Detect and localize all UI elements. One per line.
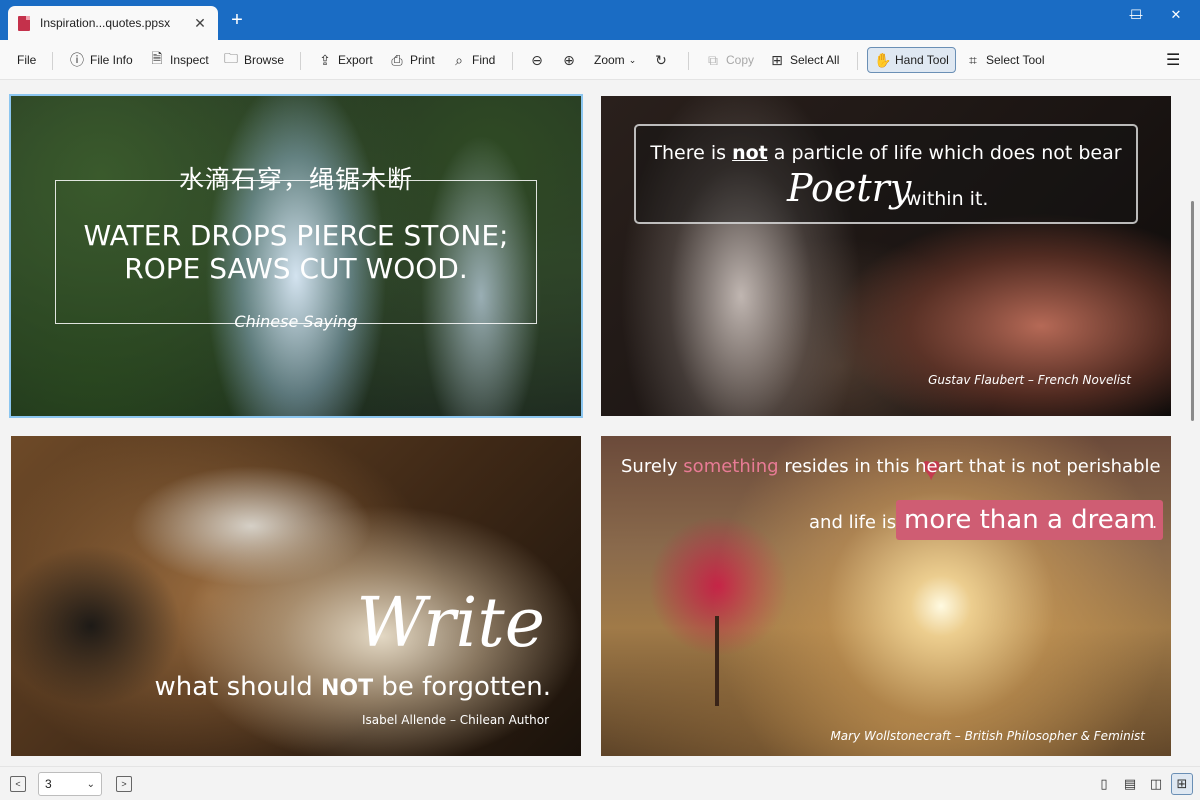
document-tab[interactable]: Inspiration...quotes.ppsx ✕ xyxy=(8,6,218,40)
english-quote: WATER DROPS PIERCE STONE; ROPE SAWS CUT … xyxy=(83,219,509,285)
title-bar: Inspiration...quotes.ppsx ✕ + — xyxy=(0,0,1200,40)
two-page-continuous-view-icon[interactable]: ⊞ xyxy=(1171,773,1193,795)
attribution: Isabel Allende – Chilean Author xyxy=(362,713,549,727)
inspect-icon: 🗎 xyxy=(151,50,163,66)
select-all-icon: ⊞ xyxy=(771,51,783,68)
toolbar: File ⓘ File Info 🗎 Inspect 🗀 Browse ⇪ Export… xyxy=(0,40,1200,80)
slide-viewer[interactable]: 水滴石穿，绳锯木断 WATER DROPS PIERCE STONE; ROPE… xyxy=(0,81,1200,766)
slide-3[interactable]: Write what should NOT be forgotten. Isab… xyxy=(11,436,581,756)
close-button[interactable]: ✕ xyxy=(1156,0,1196,32)
search-icon: ⌕ xyxy=(455,51,463,68)
poetry-word: Poetry xyxy=(787,166,912,210)
inspect-button[interactable]: 🗎 Inspect xyxy=(149,47,208,73)
document-icon xyxy=(18,15,30,31)
tab-close-icon[interactable]: ✕ xyxy=(192,15,208,32)
page-selector[interactable]: 3 ⌄ xyxy=(38,772,102,796)
select-tool-icon: ⌗ xyxy=(969,51,977,68)
vertical-scrollbar[interactable] xyxy=(1191,201,1194,421)
rotate-icon: ↻ xyxy=(655,51,667,68)
quote-line: what should NOT be forgotten. xyxy=(154,672,551,702)
hand-tool-button[interactable]: ✋ Hand Tool xyxy=(867,47,956,73)
browse-icon: 🗀 xyxy=(224,50,238,66)
slide-4[interactable]: ♥ Surely something resides in this heart… xyxy=(601,436,1171,756)
zoom-out-button[interactable]: ⊖ xyxy=(529,47,550,73)
hand-icon: ✋ xyxy=(874,51,892,68)
quote-line-1: There is not a particle of life which do… xyxy=(650,142,1122,164)
status-bar: < 3 ⌄ > ▯ ▤ ◫ ⊞ xyxy=(0,766,1200,800)
attribution: Gustav Flaubert – French Novelist xyxy=(928,373,1131,387)
zoom-dropdown[interactable]: Zoom ⌄ xyxy=(594,47,636,73)
two-page-view-icon[interactable]: ◫ xyxy=(1145,773,1167,795)
tree-trunk xyxy=(715,616,719,706)
file-menu[interactable]: File xyxy=(17,47,36,73)
within-text: within it. xyxy=(906,188,989,210)
print-button[interactable]: ⎙ Print xyxy=(389,47,434,73)
quote-line-1: Surely something resides in this heart t… xyxy=(621,456,1161,477)
browse-button[interactable]: 🗀 Browse xyxy=(223,47,284,73)
select-all-button[interactable]: ⊞ Select All xyxy=(769,47,839,73)
print-icon: ⎙ xyxy=(391,51,403,68)
attribution: Mary Wollstonecraft – British Philosophe… xyxy=(830,729,1145,743)
toolbar-separator xyxy=(300,52,301,70)
toolbar-separator xyxy=(857,52,858,70)
and-life-text: and life is xyxy=(809,512,897,533)
rotate-button[interactable]: ↻ xyxy=(653,47,674,73)
quote-source: Chinese Saying xyxy=(234,312,358,331)
write-word: Write xyxy=(356,584,545,663)
dream-highlight: more than a dream xyxy=(896,500,1164,540)
tab-title: Inspiration...quotes.ppsx xyxy=(40,16,171,30)
copy-icon: ⧉ xyxy=(708,51,718,68)
slide-2[interactable]: There is not a particle of life which do… xyxy=(601,96,1171,416)
file-info-button[interactable]: ⓘ File Info xyxy=(69,47,133,73)
toolbar-separator xyxy=(512,52,513,70)
menu-button[interactable]: ☰ xyxy=(1166,47,1180,73)
zoom-out-icon: ⊖ xyxy=(531,51,543,68)
chinese-quote: 水滴石穿，绳锯木断 xyxy=(178,165,413,194)
single-page-view-icon[interactable]: ▯ xyxy=(1093,773,1115,795)
next-page-button[interactable]: > xyxy=(116,776,132,792)
info-icon: ⓘ xyxy=(70,52,84,68)
new-tab-button[interactable]: + xyxy=(226,10,248,32)
chevron-down-icon: ⌄ xyxy=(628,54,637,65)
export-button[interactable]: ⇪ Export xyxy=(317,47,373,73)
select-tool-button[interactable]: ⌗ Select Tool xyxy=(965,47,1044,73)
zoom-in-icon: ⊕ xyxy=(563,51,575,68)
copy-button[interactable]: ⧉ Copy xyxy=(705,47,754,73)
slide-1[interactable]: 水滴石穿，绳锯木断 WATER DROPS PIERCE STONE; ROPE… xyxy=(9,94,583,418)
zoom-in-button[interactable]: ⊕ xyxy=(561,47,582,73)
maximize-button[interactable]: ☐ xyxy=(1116,0,1156,32)
find-button[interactable]: ⌕ Find xyxy=(451,47,495,73)
export-icon: ⇪ xyxy=(319,51,331,68)
toolbar-separator xyxy=(52,52,53,70)
chevron-down-icon: ⌄ xyxy=(86,778,95,790)
continuous-view-icon[interactable]: ▤ xyxy=(1119,773,1141,795)
period: . xyxy=(1152,512,1158,532)
toolbar-separator xyxy=(688,52,689,70)
previous-page-button[interactable]: < xyxy=(10,776,26,792)
minimize-button-2 xyxy=(1078,0,1118,32)
